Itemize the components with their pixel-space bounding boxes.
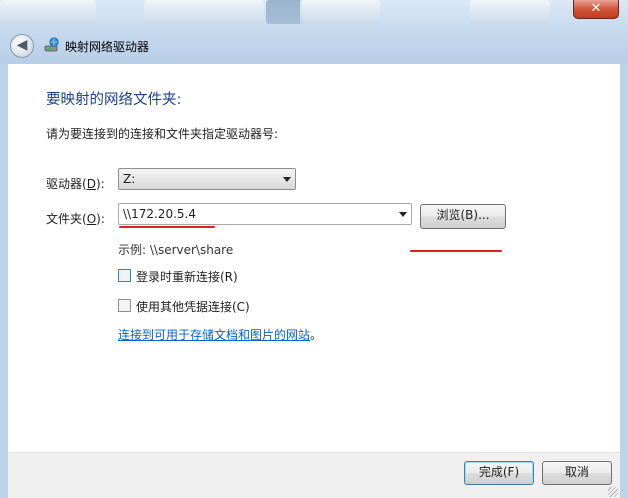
background-blur: [300, 0, 380, 24]
page-heading: 要映射的网络文件夹:: [46, 92, 182, 108]
folder-input[interactable]: \\172.20.5.4: [118, 203, 412, 225]
other-credentials-checkbox[interactable]: [118, 299, 131, 312]
storage-website-link[interactable]: 连接到可用于存储文档和图片的网站。: [118, 326, 322, 343]
back-button[interactable]: ◀: [10, 34, 34, 58]
background-blur: [0, 0, 96, 24]
chevron-down-icon: [283, 177, 291, 182]
watermark-logo: [486, 420, 616, 460]
cancel-button[interactable]: 取消: [542, 461, 612, 485]
dialog-content: 要映射的网络文件夹: 请为要连接到的连接和文件夹指定驱动器号: 驱动器(D): …: [8, 64, 620, 452]
folder-label-text: 文件夹: [46, 212, 83, 226]
window-title: 映射网络驱动器: [65, 40, 150, 54]
storage-website-link-text[interactable]: 连接到可用于存储文档和图片的网站: [118, 328, 310, 342]
chevron-down-icon[interactable]: [399, 212, 407, 217]
background-blur: [144, 0, 264, 24]
folder-value: \\172.20.5.4: [123, 207, 196, 221]
instruction-text: 请为要连接到的连接和文件夹指定驱动器号:: [46, 127, 279, 141]
resize-grip-icon[interactable]: [608, 487, 618, 497]
drive-select[interactable]: Z:: [118, 168, 296, 190]
back-arrow-icon: ◀: [16, 37, 28, 53]
close-icon: ✕: [590, 1, 602, 16]
background-blur: [470, 0, 550, 24]
example-text: 示例: \\server\share: [118, 243, 234, 257]
folder-label: 文件夹(O):: [46, 212, 105, 226]
folder-accelerator: O: [86, 212, 97, 226]
reconnect-checkbox[interactable]: [118, 269, 131, 282]
red-annotation-underline: [119, 226, 215, 228]
link-suffix: 。: [310, 328, 323, 342]
browse-button[interactable]: 浏览(B)...: [420, 204, 506, 229]
finish-button[interactable]: 完成(F): [464, 461, 534, 485]
drive-label: 驱动器(D):: [46, 177, 105, 191]
other-credentials-label[interactable]: 使用其他凭据连接(C): [136, 298, 250, 315]
network-drive-icon: [44, 37, 59, 52]
drive-value: Z:: [123, 172, 136, 186]
drive-label-text: 驱动器: [46, 177, 83, 191]
background-blur: [266, 0, 302, 24]
reconnect-label[interactable]: 登录时重新连接(R): [136, 268, 238, 285]
red-annotation-underline: [410, 250, 502, 252]
drive-accelerator: D: [86, 177, 96, 191]
map-network-drive-window: ✕ ◀ 映射网络驱动器 要映射的网络文件夹: 请为要连接到的连接和文件夹指定驱动…: [0, 0, 628, 498]
close-button[interactable]: ✕: [573, 0, 619, 19]
